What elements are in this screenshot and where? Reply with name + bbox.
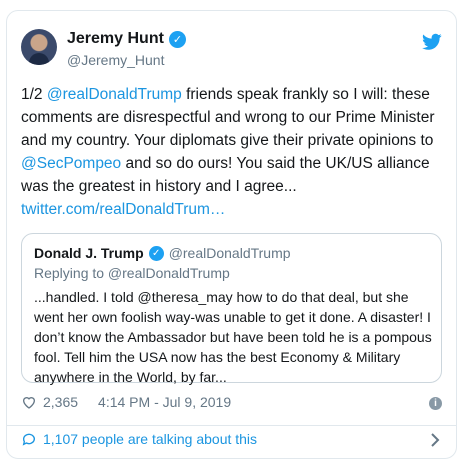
tweet-card: Jeremy Hunt ✓ @Jeremy_Hunt 1/2 @realDona…: [6, 10, 457, 459]
author-display-name[interactable]: Jeremy Hunt: [67, 30, 164, 48]
comment-bubble-icon: [22, 433, 35, 446]
like-count[interactable]: 2,365: [43, 394, 78, 410]
talking-about-text[interactable]: 1,107 people are talking about this: [43, 431, 257, 447]
replying-to: Replying to @realDonaldTrump: [34, 265, 230, 281]
quoted-display-name: Donald J. Trump: [34, 245, 144, 261]
quoted-tweet[interactable]: Donald J. Trump ✓ @realDonaldTrump Reply…: [21, 233, 442, 385]
verified-badge-icon: ✓: [168, 30, 186, 48]
mention-realdonaldtrump-link[interactable]: @realDonaldTrump: [47, 86, 182, 103]
tweet-text: 1/2 @realDonaldTrump friends speak frank…: [21, 83, 446, 221]
heart-icon[interactable]: [21, 394, 37, 410]
conversation-link[interactable]: 1,107 people are talking about this: [21, 431, 257, 447]
quoted-handle: @realDonaldTrump: [168, 245, 291, 261]
quoted-text: ...handled. I told @theresa_may how to d…: [34, 289, 432, 385]
tweet-prefix: 1/2: [21, 86, 47, 103]
quoted-author-row: Donald J. Trump ✓ @realDonaldTrump: [34, 245, 291, 261]
tweet-meta: 2,365 4:14 PM - Jul 9, 2019: [21, 394, 231, 410]
author-handle[interactable]: @Jeremy_Hunt: [67, 52, 164, 68]
mention-secpompeo-link[interactable]: @SecPompeo: [21, 155, 121, 172]
twitter-bird-icon[interactable]: [422, 33, 442, 51]
tweet-url-link[interactable]: twitter.com/realDonaldTrum…: [21, 201, 225, 218]
tweet-timestamp[interactable]: 4:14 PM - Jul 9, 2019: [98, 394, 231, 410]
author-name-row: Jeremy Hunt ✓: [67, 30, 186, 48]
verified-badge-icon: ✓: [148, 245, 164, 261]
divider: [7, 425, 456, 426]
info-icon[interactable]: i: [429, 397, 442, 410]
avatar[interactable]: [21, 29, 57, 65]
chevron-right-icon[interactable]: [430, 433, 440, 447]
